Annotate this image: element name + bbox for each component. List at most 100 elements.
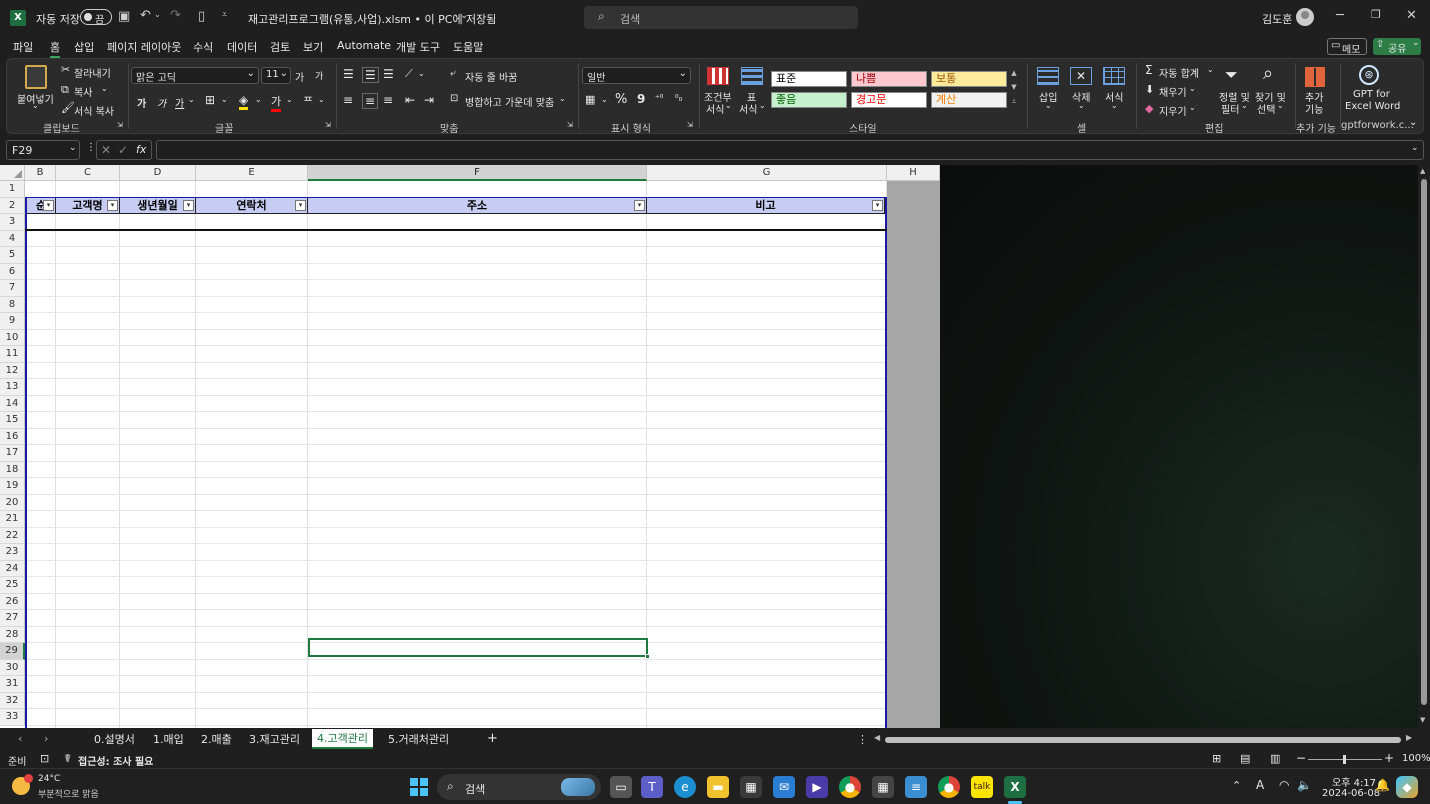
menu-file[interactable]: 파일 (13, 39, 33, 55)
chevron-down-icon[interactable]: ⌄ (1207, 65, 1214, 74)
row-header[interactable]: 10 (0, 329, 25, 346)
delete-cells-icon[interactable]: ✕ (1070, 67, 1092, 85)
menu-developer[interactable]: 개발 도구 (396, 39, 440, 55)
cancel-icon[interactable]: ✕ (101, 143, 111, 157)
fill-handle[interactable] (645, 654, 650, 659)
row-header[interactable]: 25 (0, 577, 25, 594)
style-warning[interactable]: 경고문 (851, 92, 927, 108)
chevron-down-icon[interactable]: ⌄ (460, 10, 468, 21)
font-size-dropdown[interactable]: 11 ⌄ (261, 67, 291, 84)
autosum-icon[interactable]: Σ (1145, 63, 1153, 77)
scroll-up-icon[interactable]: ▲ (1420, 167, 1425, 175)
macro-record-icon[interactable]: ⊡ (40, 752, 49, 765)
find-select-icon[interactable]: ⌕ (1263, 63, 1273, 84)
task-view-icon[interactable]: ▭ (610, 776, 632, 798)
restore-icon[interactable]: ❐ (1371, 8, 1381, 21)
notification-bell-icon[interactable]: 🔔 (1375, 778, 1390, 792)
style-calculation[interactable]: 계산 (931, 92, 1007, 108)
chevron-down-icon[interactable]: ⌄ (559, 94, 566, 103)
row-header[interactable]: 8 (0, 296, 25, 313)
dialog-launcher-icon[interactable]: ⇲ (567, 121, 573, 129)
add-sheet-icon[interactable]: + (487, 731, 498, 746)
more-options-icon[interactable]: ⋮ (86, 142, 96, 153)
phonetic-icon[interactable]: ᄑ (303, 93, 313, 109)
table-header-contact[interactable]: 연락처 ▾ (196, 198, 308, 214)
addins-label-2[interactable]: 기능 (1305, 101, 1323, 116)
sheet-tab-sales[interactable]: 2.매출 (201, 731, 232, 747)
sheet-tab-customers[interactable]: 4.고객관리 (312, 729, 373, 749)
addins-icon[interactable] (1305, 67, 1325, 87)
calculator-icon[interactable]: ▦ (872, 776, 894, 798)
kakaotalk-icon[interactable]: talk (971, 776, 993, 798)
chevron-down-icon[interactable]: ⌄ (188, 95, 195, 104)
font-color-icon[interactable]: 가 (271, 93, 282, 112)
avatar[interactable] (1296, 8, 1314, 26)
format-as-table-icon[interactable] (741, 67, 763, 85)
menu-formulas[interactable]: 수식 (193, 39, 213, 55)
table-header-birthdate[interactable]: 생년월일 ▾ (120, 198, 196, 214)
styles-scroll-up-icon[interactable]: ▲ (1009, 69, 1019, 81)
borders-icon[interactable]: ⊞ (205, 93, 215, 107)
row-header[interactable]: 29 (0, 643, 25, 660)
row-header[interactable]: 6 (0, 263, 25, 280)
excel-taskbar-icon[interactable]: X (1004, 776, 1026, 798)
column-header-e[interactable]: E (196, 165, 308, 181)
filter-dropdown-icon[interactable]: ▾ (872, 200, 883, 211)
row-header[interactable]: 26 (0, 593, 25, 610)
enter-icon[interactable]: ✓ (118, 143, 128, 157)
row-header[interactable]: 11 (0, 346, 25, 363)
customize-toolbar-icon[interactable]: ⩡ (222, 10, 227, 20)
sort-filter-icon[interactable]: ⏷ (1225, 65, 1238, 85)
wifi-icon[interactable]: ◠ (1279, 778, 1289, 792)
zoom-slider[interactable] (1308, 755, 1382, 764)
row-header[interactable]: 33 (0, 709, 25, 726)
memo-button[interactable]: ▭ 메모 (1327, 38, 1367, 56)
name-box[interactable]: F29 ⌄ (6, 140, 80, 160)
align-left-icon[interactable]: ≡ (343, 93, 353, 107)
gpt-label-1[interactable]: GPT for (1353, 89, 1390, 100)
sheet-tab-inventory[interactable]: 3.재고관리 (249, 731, 300, 747)
italic-icon[interactable]: 가 (157, 95, 166, 110)
file-explorer-icon[interactable]: ▬ (707, 776, 729, 798)
store-icon[interactable]: ▦ (740, 776, 762, 798)
row-header[interactable]: 3 (0, 214, 25, 231)
row-header[interactable]: 27 (0, 610, 25, 627)
percent-icon[interactable]: % (615, 92, 627, 107)
user-name[interactable]: 김도훈 (1262, 11, 1292, 27)
accessibility-status[interactable]: 접근성: 조사 필요 (78, 753, 153, 768)
chevron-down-icon[interactable]: ⌄ (32, 101, 39, 110)
chevron-down-icon[interactable]: ⌄ (286, 95, 293, 104)
row-header[interactable]: 19 (0, 478, 25, 495)
row-header[interactable]: 32 (0, 692, 25, 709)
format-cells-icon[interactable] (1103, 67, 1125, 85)
copy-icon[interactable]: ⧉ (61, 83, 69, 97)
font-name-dropdown[interactable]: 맑은 고딕 ⌄ (131, 67, 259, 84)
chevron-left-icon[interactable]: ‹ (18, 732, 22, 745)
column-header-b[interactable]: B (25, 165, 56, 181)
search-box[interactable]: ⌕ 검색 (584, 6, 858, 29)
scroll-right-icon[interactable]: ▶ (1406, 733, 1412, 742)
row-header[interactable]: 23 (0, 544, 25, 561)
chevron-down-icon[interactable]: ⌄ (418, 69, 425, 78)
chevron-down-icon[interactable]: ⌄ (1189, 103, 1196, 112)
grow-font-icon[interactable]: 가 (295, 69, 304, 84)
gpt-logo-icon[interactable]: ⊛ (1359, 65, 1379, 85)
find-select-label-2[interactable]: 선택 (1257, 101, 1275, 116)
row-header[interactable]: 12 (0, 362, 25, 379)
scroll-left-icon[interactable]: ◀ (874, 733, 880, 742)
column-header-d[interactable]: D (120, 165, 196, 181)
chevron-down-icon[interactable]: ⌄ (221, 95, 228, 104)
zoom-slider-thumb[interactable] (1343, 755, 1346, 764)
filter-dropdown-icon[interactable]: ▾ (183, 200, 194, 211)
clock-time[interactable]: 오후 4:17 (1332, 774, 1376, 789)
style-normal[interactable]: 표준 (771, 71, 847, 87)
share-button[interactable]: ⇪ 공유 ⌄ (1373, 38, 1421, 55)
table-header-seq[interactable]: 순번 ▾ (27, 198, 56, 214)
chevron-down-icon[interactable]: ⌄ (255, 95, 262, 104)
chevron-down-icon[interactable]: ⌄ (318, 95, 325, 104)
normal-view-icon[interactable]: ⊞ (1212, 752, 1221, 765)
chrome-icon[interactable]: ● (839, 776, 861, 798)
clear-icon[interactable]: ◆ (1145, 102, 1153, 115)
table-header-customer-name[interactable]: 고객명 ▾ (56, 198, 120, 214)
chrome-profile-icon[interactable]: ● (938, 776, 960, 798)
